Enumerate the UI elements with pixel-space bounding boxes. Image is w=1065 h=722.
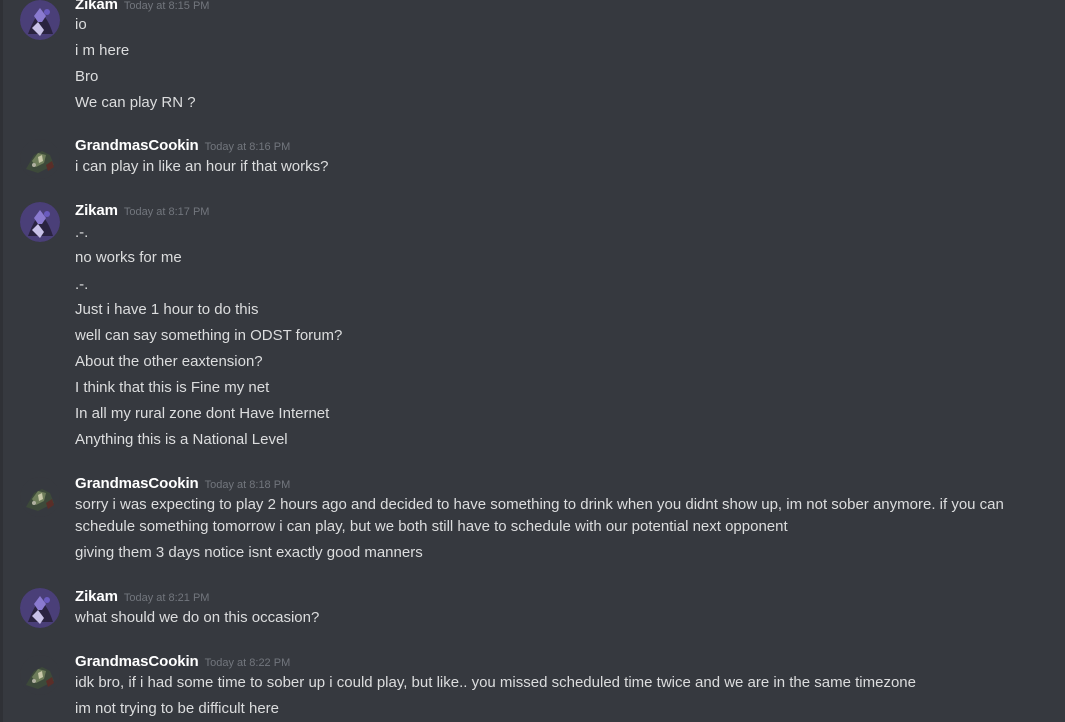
message-text: what should we do on this occasion? xyxy=(75,609,320,626)
message-text: Just i have 1 hour to do this xyxy=(75,301,259,318)
username[interactable]: GrandmasCookin xyxy=(75,475,199,492)
message-header: GrandmasCookin Today at 8:16 PM xyxy=(75,136,290,157)
message-header: Zikam Today at 8:21 PM xyxy=(75,587,209,608)
username[interactable]: Zikam xyxy=(75,588,118,605)
message-header: Zikam Today at 8:15 PM xyxy=(75,0,209,16)
message-text: Bro xyxy=(75,68,99,85)
message-text: well can say something in ODST forum? xyxy=(75,327,343,344)
message-text: sorry i was expecting to play 2 hours ag… xyxy=(75,496,1004,535)
username[interactable]: GrandmasCookin xyxy=(75,653,199,670)
zikam-avatar-icon[interactable] xyxy=(20,0,60,40)
grandmascookin-avatar-icon[interactable] xyxy=(20,655,60,695)
divider xyxy=(0,0,3,722)
username[interactable]: Zikam xyxy=(75,202,118,219)
username[interactable]: GrandmasCookin xyxy=(75,137,199,154)
message-text: giving them 3 days notice isnt exactly g… xyxy=(75,544,423,561)
message-text: no works for me xyxy=(75,249,182,266)
timestamp[interactable]: Today at 8:16 PM xyxy=(205,141,291,153)
message-text: idk bro, if i had some time to sober up … xyxy=(75,674,916,691)
timestamp[interactable]: Today at 8:18 PM xyxy=(205,479,291,491)
timestamp[interactable]: Today at 8:15 PM xyxy=(124,0,210,12)
timestamp[interactable]: Today at 8:21 PM xyxy=(124,592,210,604)
message-text: io xyxy=(75,16,87,33)
message-text: .-. xyxy=(75,276,89,293)
message-text: Anything this is a National Level xyxy=(75,431,288,448)
message-text: i can play in like an hour if that works… xyxy=(75,158,329,175)
chat-message-list[interactable]: Zikam Today at 8:15 PM io i m here Bro We… xyxy=(0,0,1065,722)
grandmascookin-avatar-icon[interactable] xyxy=(20,477,60,517)
message-header: GrandmasCookin Today at 8:18 PM xyxy=(75,474,290,495)
grandmascookin-avatar-icon[interactable] xyxy=(20,139,60,179)
message-text: .-. xyxy=(75,224,89,241)
message-text: About the other eaxtension? xyxy=(75,353,263,370)
message-text: I think that this is Fine my net xyxy=(75,379,270,396)
timestamp[interactable]: Today at 8:22 PM xyxy=(205,657,291,669)
message-text: In all my rural zone dont Have Internet xyxy=(75,405,330,422)
zikam-avatar-icon[interactable] xyxy=(20,588,60,628)
timestamp[interactable]: Today at 8:17 PM xyxy=(124,206,210,218)
message-header: GrandmasCookin Today at 8:22 PM xyxy=(75,652,290,673)
message-text: i m here xyxy=(75,42,130,59)
message-text: We can play RN ? xyxy=(75,94,196,111)
username[interactable]: Zikam xyxy=(75,0,118,13)
zikam-avatar-icon[interactable] xyxy=(20,202,60,242)
message-header: Zikam Today at 8:17 PM xyxy=(75,201,209,222)
message-text: im not trying to be difficult here xyxy=(75,700,279,717)
